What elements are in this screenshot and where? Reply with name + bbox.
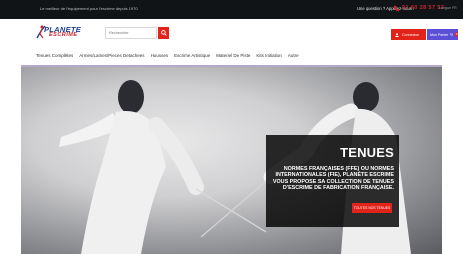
- nav-item-escrime-artistique[interactable]: Escrime Artistique: [174, 53, 210, 58]
- hero-cta-button[interactable]: TOUTES NOS TENUES: [352, 203, 392, 213]
- nav-item-autre[interactable]: Autre: [288, 53, 299, 58]
- logo-text-escrime: ESCRIME: [49, 32, 78, 38]
- hero-description: NORMES FRANÇAISES (FFE) OU NORMES INTERN…: [270, 166, 394, 191]
- login-button[interactable]: Connexion: [391, 29, 426, 40]
- search-button[interactable]: [158, 27, 169, 39]
- nav-item-housses[interactable]: Housses: [151, 53, 169, 58]
- nav-item-kits-initiation[interactable]: Kits Initiation: [256, 53, 282, 58]
- header: PLANETE ESCRIME Connexion Mon Panier: [0, 19, 463, 49]
- hero-text-line: VOUS PROPOSE SA COLLECTION DE TENUES: [272, 178, 394, 185]
- top-bar: Le meilleur de l'équipement pour l'escri…: [0, 0, 463, 19]
- login-label: Connexion: [402, 32, 420, 37]
- cart-icon: [450, 33, 454, 36]
- cart-label: Mon Panier: [430, 32, 449, 37]
- user-icon: [395, 32, 399, 37]
- language-selector[interactable]: Langue FR: [439, 6, 457, 10]
- page: Le meilleur de l'équipement pour l'escri…: [0, 0, 463, 254]
- nav-item-armes[interactable]: Armes/Lames/Pieces Detachees: [79, 53, 144, 58]
- nav-item-tenues-completes[interactable]: Tenues Complètes: [36, 53, 73, 58]
- phone-number[interactable]: 01 60 28 57 57: [402, 5, 444, 11]
- logo[interactable]: PLANETE ESCRIME: [36, 22, 86, 44]
- cart-count-badge: 0: [455, 32, 458, 37]
- phone-icon: [393, 5, 400, 11]
- hero-title: TENUES: [340, 145, 394, 160]
- search-icon: [160, 30, 167, 36]
- cart-button[interactable]: Mon Panier 0: [427, 29, 458, 40]
- main-nav: Tenues Complètes Armes/Lames/Pieces Deta…: [0, 49, 463, 65]
- search-input[interactable]: [105, 27, 157, 39]
- hero-text-line: D'ESCRIME DE FABRICATION FRANÇAISE.: [282, 184, 394, 191]
- hero-banner: TENUES NORMES FRANÇAISES (FFE) OU NORMES…: [21, 67, 442, 254]
- nav-item-materiel-de-piste[interactable]: Materiel De Piste: [216, 53, 250, 58]
- tagline: Le meilleur de l'équipement pour l'escri…: [40, 6, 138, 11]
- hero-text-line: INTERNATIONALES (FIE), PLANÈTE ESCRIME: [275, 172, 395, 179]
